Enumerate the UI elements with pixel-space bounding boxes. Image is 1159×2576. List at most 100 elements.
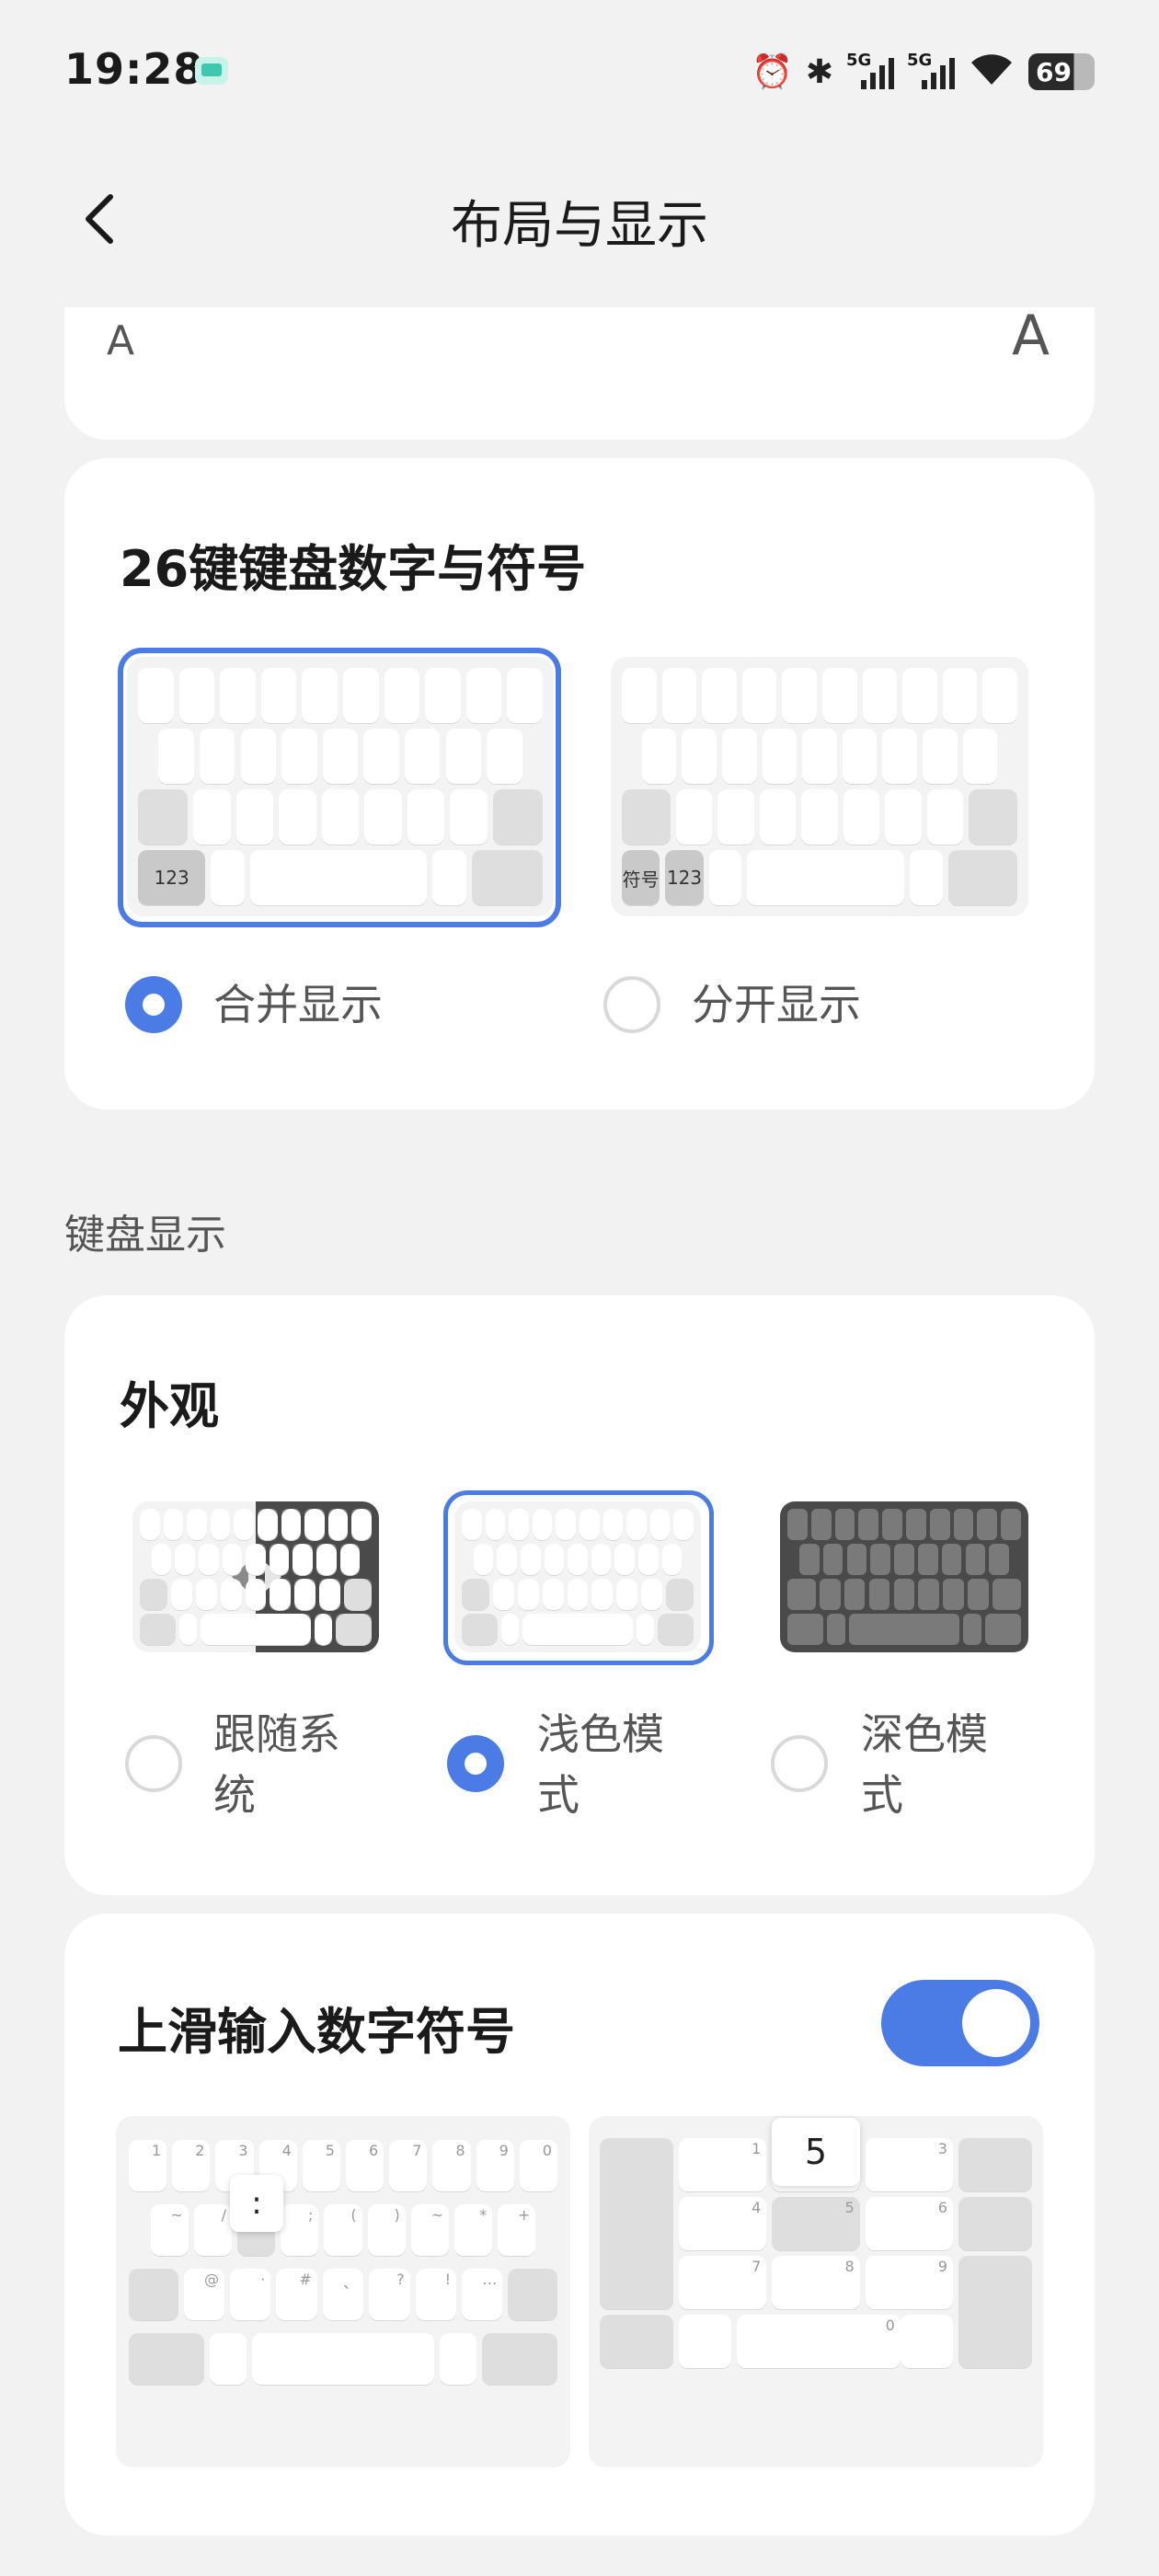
key: / [193, 2204, 232, 2256]
key [842, 729, 878, 784]
key [210, 1509, 231, 1540]
key [848, 1614, 960, 1645]
key [351, 1509, 372, 1540]
key [294, 1579, 316, 1610]
light-mode-radio[interactable] [447, 1735, 504, 1792]
key: ? [369, 2269, 410, 2320]
key [993, 1579, 1021, 1610]
key [958, 2138, 1032, 2191]
key [802, 729, 837, 784]
key: 0 [737, 2315, 901, 2368]
key [622, 668, 657, 723]
key: @ [183, 2269, 224, 2320]
key [175, 1544, 195, 1575]
dark-mode-label[interactable]: 深色模 式 [861, 1704, 988, 1825]
key [787, 1509, 808, 1540]
light-mode-label[interactable]: 浅色模 式 [537, 1704, 664, 1825]
page-title: 布局与显示 [451, 196, 708, 256]
key: 5 [772, 2197, 860, 2250]
key [827, 1614, 845, 1645]
key [963, 1614, 981, 1645]
key [843, 789, 880, 845]
selected-frame [443, 1490, 714, 1665]
key [882, 1509, 902, 1540]
key [943, 1579, 965, 1610]
bluetooth-icon: ✱ [805, 52, 833, 91]
key [258, 1509, 278, 1540]
key [982, 668, 1017, 723]
key [947, 850, 1017, 905]
swipe-popup: 5 [772, 2118, 860, 2186]
wifi-icon [968, 50, 1016, 95]
key [822, 668, 857, 723]
swipe-up-number-preview: 1 3 456 789 0 5 [589, 2116, 1043, 2467]
key [942, 668, 978, 723]
key: 7 [679, 2256, 767, 2309]
key: 8 [432, 2140, 471, 2191]
key [787, 1614, 824, 1645]
key [958, 2256, 1032, 2368]
separate-label[interactable]: 分开显示 [692, 974, 861, 1035]
key: 5 [302, 2140, 340, 2191]
key [910, 850, 943, 905]
key: 123 [665, 850, 704, 905]
key [918, 1579, 940, 1610]
key [894, 1544, 914, 1575]
key [858, 1509, 879, 1540]
key [917, 1544, 938, 1575]
key [958, 2197, 1032, 2250]
merged-label[interactable]: 合并显示 [213, 974, 383, 1035]
key: · [229, 2269, 271, 2320]
follow-system-radio[interactable] [125, 1735, 182, 1792]
key [843, 1579, 866, 1610]
key [343, 1579, 372, 1610]
swipe-up-toggle[interactable] [881, 1980, 1039, 2066]
key [151, 1544, 172, 1575]
key [508, 2269, 557, 2320]
key [722, 729, 757, 784]
key [717, 789, 754, 845]
key [741, 668, 777, 723]
key [327, 1509, 349, 1540]
appearance-title: 外观 [120, 1377, 219, 1435]
key [269, 1544, 290, 1575]
dark-mode-preview[interactable] [780, 1501, 1028, 1652]
alarm-icon: ⏰ [752, 53, 793, 91]
key [196, 1579, 217, 1610]
separate-radio[interactable] [603, 976, 660, 1033]
key [708, 850, 742, 905]
key: 0 [519, 2140, 557, 2191]
key [140, 1579, 168, 1610]
dark-mode-radio[interactable] [771, 1735, 828, 1792]
key: 1 [679, 2138, 767, 2191]
key [902, 668, 937, 723]
key [893, 1579, 915, 1610]
key [281, 1509, 302, 1540]
number-symbol-title: 26键键盘数字与符号 [120, 540, 587, 598]
key [862, 668, 898, 723]
key [234, 1509, 254, 1540]
merged-radio[interactable] [125, 976, 182, 1033]
key: 4 [679, 2197, 767, 2250]
key [129, 2269, 178, 2320]
follow-system-label[interactable]: 跟随系 统 [213, 1704, 340, 1825]
key [870, 1544, 891, 1575]
key [171, 1579, 193, 1610]
key: 、 [322, 2269, 364, 2320]
key [819, 1579, 841, 1610]
key [868, 1579, 890, 1610]
follow-system-preview[interactable] [132, 1501, 379, 1652]
key [782, 668, 817, 723]
key [962, 729, 998, 784]
key [222, 1544, 243, 1575]
key: ~ [410, 2204, 449, 2256]
swipe-up-letter-preview: 1234567890~/:;()~*+@·#、?!…: [116, 2116, 570, 2467]
key [682, 729, 717, 784]
key [787, 1579, 816, 1610]
key [1001, 1509, 1021, 1540]
separate-keyboard-preview[interactable]: 符号 123 [611, 657, 1028, 916]
key [336, 1614, 372, 1645]
key [953, 1509, 974, 1540]
key [440, 2333, 476, 2385]
key [201, 1614, 311, 1645]
